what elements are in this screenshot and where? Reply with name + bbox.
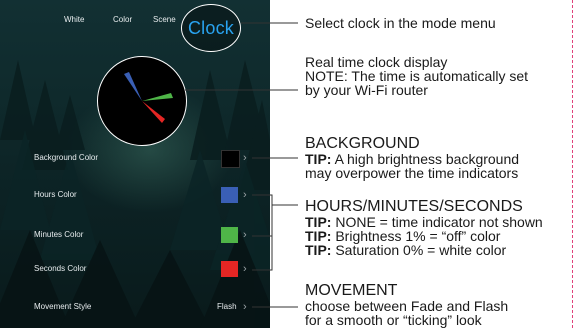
mode-white[interactable]: White: [64, 15, 84, 24]
movement-style-value: Flash: [217, 302, 237, 311]
hours-color-swatch[interactable]: [221, 187, 238, 203]
mode-menu: White Color Scene Clock: [0, 0, 270, 52]
mode-clock-label: Clock: [187, 17, 234, 38]
page-border: [572, 0, 573, 328]
annotation-move-text2: for a smooth or “ticking” look: [305, 312, 482, 328]
mode-scene[interactable]: Scene: [153, 15, 176, 24]
annotation-bg-title: BACKGROUND: [305, 135, 420, 152]
phone-screen: White Color Scene Clock Background Color…: [0, 0, 270, 328]
minute-hand: [142, 93, 173, 101]
annotation-display-line1: Real time clock display: [305, 54, 448, 70]
chevron-right-icon[interactable]: ›: [243, 299, 247, 315]
annotation-hms-title: HOURS/MINUTES/SECONDS: [305, 198, 523, 215]
background-color-swatch[interactable]: [221, 150, 240, 168]
annotation-clock-select-text: Select clock in the mode menu: [305, 15, 496, 31]
chevron-right-icon[interactable]: ›: [243, 227, 247, 243]
annotation-hms-tip-label: TIP:: [305, 242, 332, 258]
annotation-clock-display: Real time clock display NOTE: The time i…: [305, 55, 528, 97]
annotation-display-line3: by your Wi-Fi router: [305, 82, 428, 98]
movement-style-label: Movement Style: [34, 302, 92, 311]
annotation-hours-minutes-seconds: HOURS/MINUTES/SECONDS TIP: NONE = time i…: [305, 198, 543, 258]
mode-color[interactable]: Color: [113, 15, 132, 24]
annotation-move-title: MOVEMENT: [305, 282, 398, 299]
annotation-clock-select: Select clock in the mode menu: [305, 16, 496, 30]
hours-color-row[interactable]: Hours Color ›: [0, 185, 270, 207]
annotation-movement: MOVEMENT choose between Fade and Flash f…: [305, 282, 509, 328]
mode-clock[interactable]: Clock: [181, 4, 241, 52]
background-color-label: Background Color: [34, 153, 99, 162]
seconds-color-swatch[interactable]: [221, 261, 238, 277]
annotation-background: BACKGROUND TIP: A high brightness backgr…: [305, 135, 519, 181]
movement-style-row[interactable]: Movement Style Flash ›: [0, 297, 270, 319]
seconds-color-label: Seconds Color: [34, 264, 87, 273]
clock-display: [97, 56, 187, 146]
hours-color-label: Hours Color: [34, 190, 77, 199]
annotation-move-text1: choose between Fade and Flash: [305, 298, 509, 314]
chevron-right-icon[interactable]: ›: [243, 261, 247, 277]
annotation-hms-tip3: Saturation 0% = white color: [331, 242, 507, 258]
chevron-right-icon[interactable]: ›: [243, 150, 247, 166]
annotation-display-line2: NOTE: The time is automatically set: [305, 68, 529, 84]
minutes-color-label: Minutes Color: [34, 230, 84, 239]
annotation-bg-tip-text2: may overpower the time indicators: [305, 165, 519, 181]
minutes-color-row[interactable]: Minutes Color ›: [0, 225, 270, 247]
second-hand: [142, 101, 165, 123]
seconds-color-row[interactable]: Seconds Color ›: [0, 259, 270, 281]
minutes-color-swatch[interactable]: [221, 227, 238, 243]
clock-hands: [124, 72, 173, 123]
hour-hand: [124, 72, 142, 101]
chevron-right-icon[interactable]: ›: [243, 187, 247, 203]
background-color-row[interactable]: Background Color ›: [0, 148, 270, 170]
